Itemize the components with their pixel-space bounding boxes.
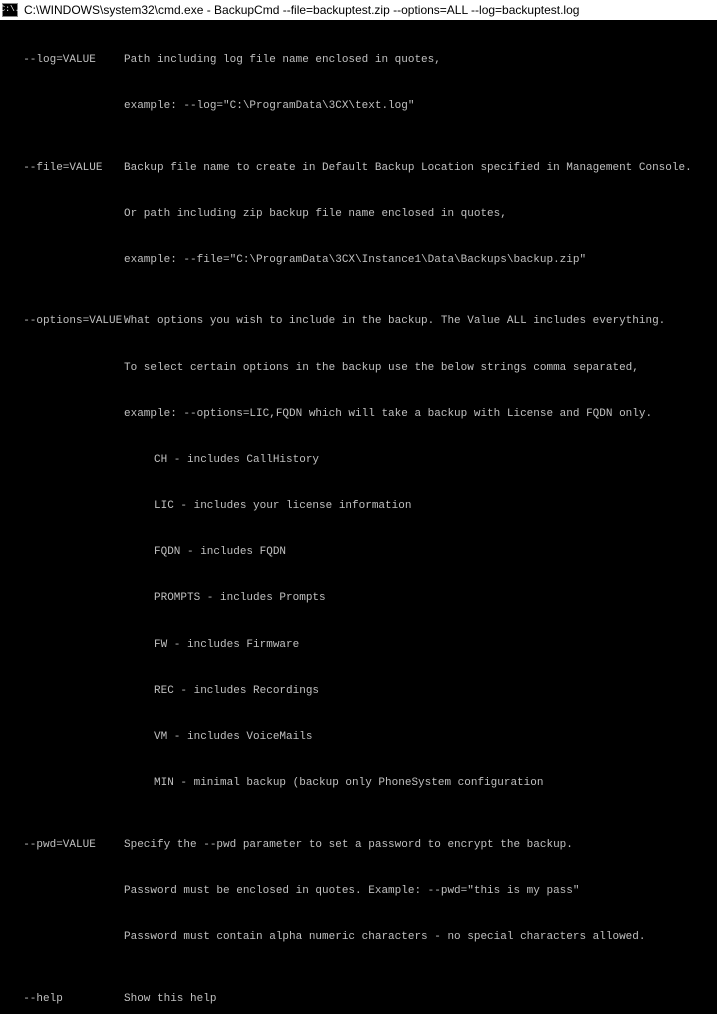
window-titlebar[interactable]: C:\. C:\WINDOWS\system32\cmd.exe - Backu… bbox=[0, 0, 717, 20]
help-text: Specify the --pwd parameter to set a pas… bbox=[124, 838, 713, 853]
terminal-output: --log=VALUE Path including log file name… bbox=[0, 20, 717, 1014]
help-text: What options you wish to include in the … bbox=[124, 314, 713, 329]
help-option-pwd: --pwd=VALUE bbox=[4, 838, 124, 853]
help-text: Show this help bbox=[124, 992, 713, 1007]
help-text: CH - includes CallHistory bbox=[4, 453, 713, 468]
help-text: Backup file name to create in Default Ba… bbox=[124, 161, 713, 176]
help-text: Password must contain alpha numeric char… bbox=[4, 930, 713, 945]
help-option-options: --options=VALUE bbox=[4, 314, 124, 329]
help-text: To select certain options in the backup … bbox=[4, 361, 713, 376]
help-text: VM - includes VoiceMails bbox=[4, 730, 713, 745]
help-option-help: --help bbox=[4, 992, 124, 1007]
cmd-icon: C:\. bbox=[2, 3, 18, 17]
help-text: FQDN - includes FQDN bbox=[4, 545, 713, 560]
help-option-file: --file=VALUE bbox=[4, 161, 124, 176]
help-text: example: --file="C:\ProgramData\3CX\Inst… bbox=[4, 253, 713, 268]
help-text: REC - includes Recordings bbox=[4, 684, 713, 699]
help-text: Or path including zip backup file name e… bbox=[4, 207, 713, 222]
help-text: MIN - minimal backup (backup only PhoneS… bbox=[4, 776, 713, 791]
help-text: PROMPTS - includes Prompts bbox=[4, 591, 713, 606]
help-text: FW - includes Firmware bbox=[4, 638, 713, 653]
help-option-log: --log=VALUE bbox=[4, 53, 124, 68]
help-text: Path including log file name enclosed in… bbox=[124, 53, 713, 68]
help-text: Password must be enclosed in quotes. Exa… bbox=[4, 884, 713, 899]
help-text: example: --log="C:\ProgramData\3CX\text.… bbox=[4, 99, 713, 114]
window-title: C:\WINDOWS\system32\cmd.exe - BackupCmd … bbox=[24, 2, 579, 19]
help-text: example: --options=LIC,FQDN which will t… bbox=[4, 407, 713, 422]
